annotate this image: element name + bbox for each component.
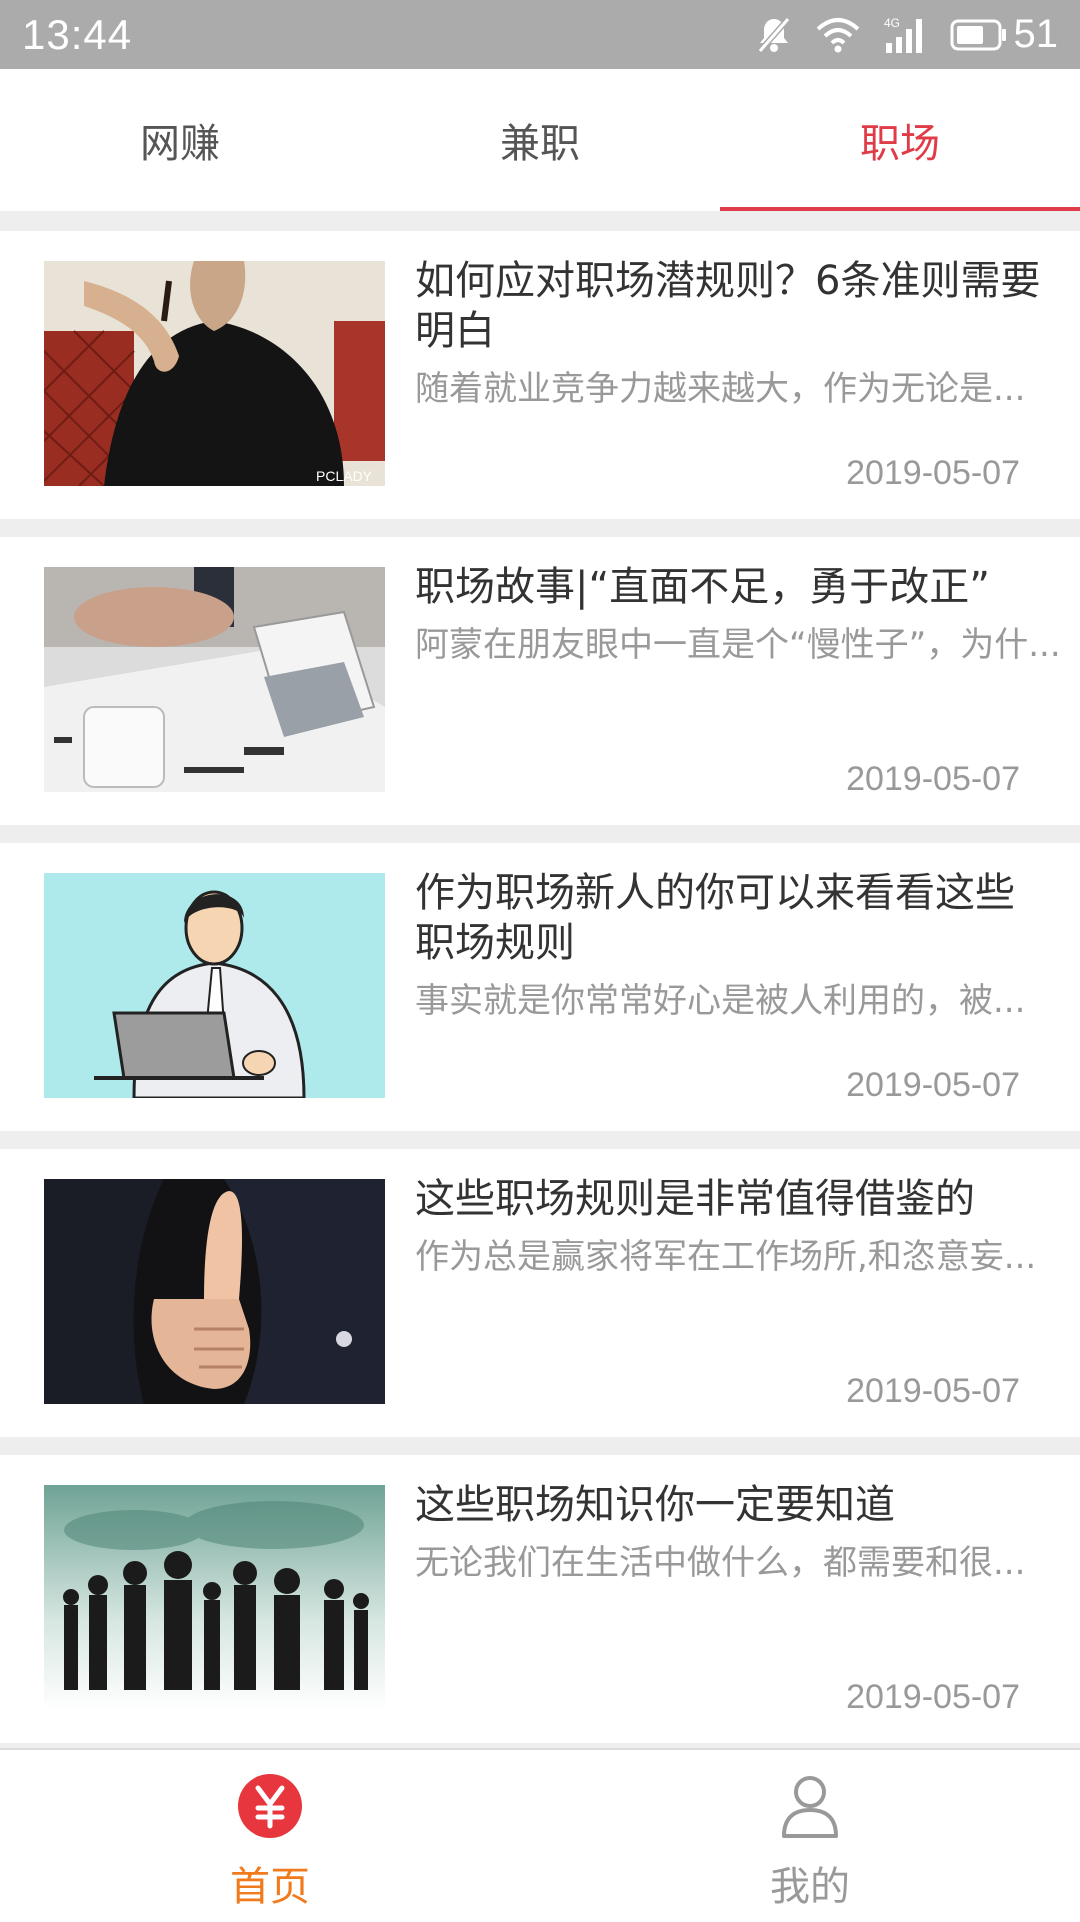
article-title: 这些职场规则是非常值得借鉴的	[415, 1176, 975, 1222]
tab-wangzhuan[interactable]: 网赚	[0, 69, 360, 211]
article-thumbnail	[44, 1485, 385, 1710]
status-time: 13:44	[22, 10, 133, 58]
yen-icon	[238, 1774, 302, 1838]
nav-mine-label: 我的	[770, 1864, 850, 1910]
wifi-icon	[816, 15, 860, 55]
article-card[interactable]: 这些职场规则是非常值得借鉴的 作为总是赢家将军在工作场所,和恣意妄... 201…	[0, 1149, 1080, 1437]
article-feed[interactable]: PCLADY 如何应对职场潜规则？6条准则需要明白 随着就业竞争力越来越大，作为…	[0, 211, 1080, 1746]
article-card[interactable]: PCLADY 如何应对职场潜规则？6条准则需要明白 随着就业竞争力越来越大，作为…	[0, 231, 1080, 519]
tab-jianzhi[interactable]: 兼职	[360, 69, 720, 211]
mute-notification-icon	[754, 15, 794, 55]
tab-label: 网赚	[140, 121, 220, 167]
article-title: 如何应对职场潜规则？6条准则需要明白	[415, 258, 1041, 354]
status-icons: 4G 51	[754, 12, 1059, 57]
thumbnail-watermark: PCLADY	[316, 468, 373, 484]
article-card[interactable]: 职场故事|“直面不足，勇于改正” 阿蒙在朋友眼中一直是个“慢性子”，为什... …	[0, 537, 1080, 825]
article-date: 2019-05-07	[846, 760, 1020, 798]
article-summary: 随着就业竞争力越来越大，作为无论是...	[415, 369, 1026, 409]
article-card[interactable]: 作为职场新人的你可以来看看这些职场规则 事实就是你常常好心是被人利用的，被...…	[0, 843, 1080, 1131]
article-thumbnail	[44, 567, 385, 792]
nav-home[interactable]: 首页	[0, 1750, 540, 1920]
battery-level: 51	[1013, 12, 1059, 56]
article-thumbnail	[44, 1179, 385, 1404]
category-tabs: 网赚 兼职 职场	[0, 69, 1080, 211]
article-summary: 无论我们在生活中做什么，都需要和很...	[415, 1543, 1026, 1583]
battery-indicator: 51	[950, 12, 1059, 57]
battery-icon	[950, 19, 1006, 50]
tab-label: 职场	[860, 121, 940, 167]
article-date: 2019-05-07	[846, 1372, 1020, 1410]
nav-home-label: 首页	[230, 1864, 310, 1910]
article-card[interactable]: 这些职场知识你一定要知道 无论我们在生活中做什么，都需要和很... 2019-0…	[0, 1455, 1080, 1743]
article-summary: 作为总是赢家将军在工作场所,和恣意妄...	[415, 1237, 1037, 1277]
article-title: 这些职场知识你一定要知道	[415, 1482, 895, 1528]
article-date: 2019-05-07	[846, 1678, 1020, 1716]
article-thumbnail	[44, 873, 385, 1098]
article-title: 作为职场新人的你可以来看看这些职场规则	[415, 870, 1015, 966]
signal-4g-icon: 4G	[882, 15, 928, 55]
article-date: 2019-05-07	[846, 1066, 1020, 1104]
svg-text:4G: 4G	[884, 16, 900, 30]
article-title: 职场故事|“直面不足，勇于改正”	[415, 564, 990, 610]
article-date: 2019-05-07	[846, 454, 1020, 492]
nav-mine[interactable]: 我的	[540, 1750, 1080, 1920]
status-bar: 13:44 4G 51	[0, 0, 1080, 69]
article-thumbnail: PCLADY	[44, 261, 385, 486]
article-summary: 事实就是你常常好心是被人利用的，被...	[415, 981, 1026, 1021]
user-icon	[782, 1776, 838, 1838]
tab-zhichang[interactable]: 职场	[720, 69, 1080, 211]
bottom-nav: 首页 我的	[0, 1748, 1080, 1922]
tab-label: 兼职	[500, 121, 580, 167]
article-summary: 阿蒙在朋友眼中一直是个“慢性子”，为什...	[415, 625, 1061, 665]
